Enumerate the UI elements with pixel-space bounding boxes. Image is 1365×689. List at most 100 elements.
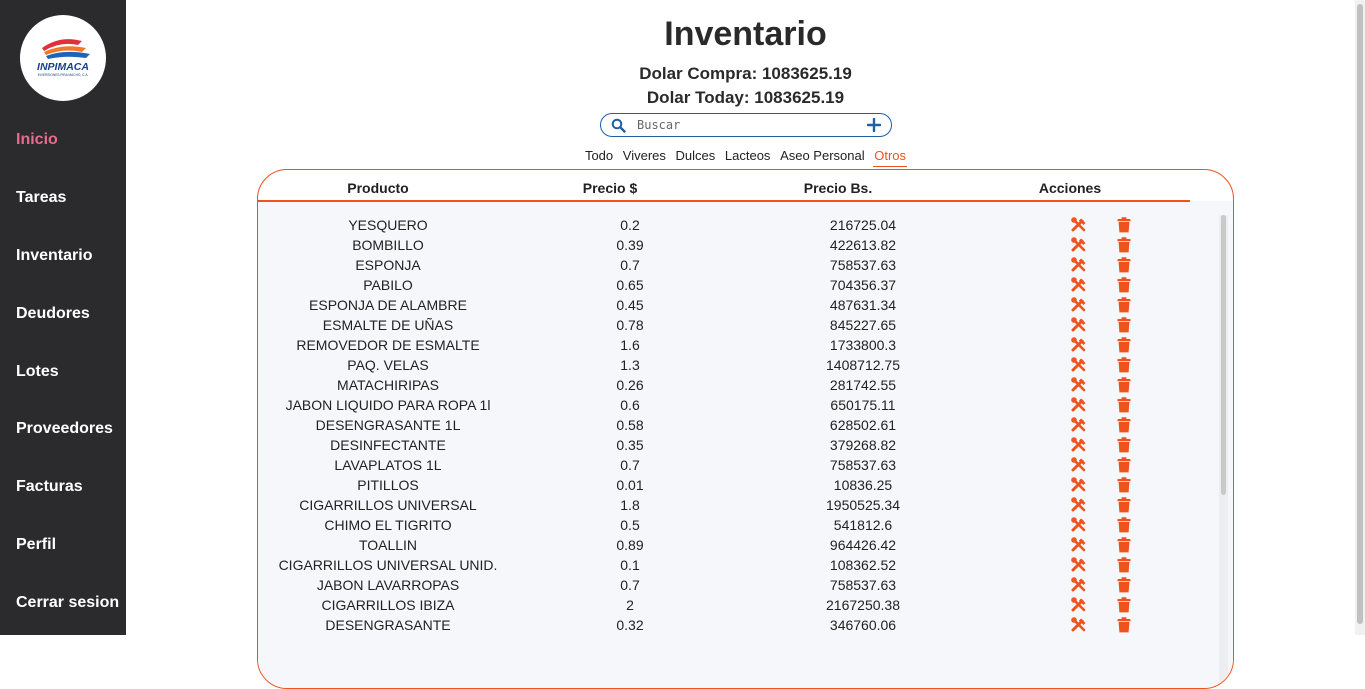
trash-icon[interactable] — [1117, 597, 1131, 613]
price-usd: 0.7 — [620, 257, 640, 273]
table-row: REMOVEDOR DE ESMALTE 1.6 1733800.3 — [258, 335, 1218, 355]
edit-tools-icon[interactable] — [1071, 297, 1087, 313]
table-row: CIGARRILLOS UNIVERSAL UNID. 0.1 108362.52 — [258, 555, 1218, 575]
plus-icon[interactable] — [866, 117, 882, 137]
edit-tools-icon[interactable] — [1071, 577, 1087, 593]
trash-icon[interactable] — [1117, 497, 1131, 513]
table-row: PAQ. VELAS 1.3 1408712.75 — [258, 355, 1218, 375]
trash-icon[interactable] — [1117, 257, 1131, 273]
price-bs: 2167250.38 — [826, 597, 900, 613]
trash-icon[interactable] — [1117, 517, 1131, 533]
trash-icon[interactable] — [1117, 477, 1131, 493]
trash-icon[interactable] — [1117, 617, 1131, 633]
product-name: DESENGRASANTE — [325, 617, 451, 633]
trash-icon[interactable] — [1117, 297, 1131, 313]
trash-icon[interactable] — [1117, 397, 1131, 413]
price-bs: 108362.52 — [829, 557, 897, 573]
nav-item-lotes[interactable]: Lotes — [16, 363, 59, 381]
product-name: ESMALTE DE UÑAS — [322, 317, 454, 333]
price-bs: 1950525.34 — [826, 497, 900, 513]
edit-tools-icon[interactable] — [1071, 457, 1087, 473]
price-usd: 1.8 — [620, 497, 640, 513]
nav-item-tareas[interactable]: Tareas — [16, 189, 66, 207]
price-bs: 964426.42 — [829, 537, 897, 553]
edit-tools-icon[interactable] — [1071, 517, 1087, 533]
tab-viveres[interactable]: Viveres — [622, 148, 667, 166]
trash-icon[interactable] — [1117, 557, 1131, 573]
tab-lacteos[interactable]: Lacteos — [724, 148, 772, 166]
table-scrollbar-thumb[interactable] — [1221, 215, 1226, 495]
tab-dulces[interactable]: Dulces — [675, 148, 717, 166]
nav-item-inicio[interactable]: Inicio — [16, 131, 58, 149]
tab-otros[interactable]: Otros — [873, 148, 908, 167]
table-row: ESPONJA DE ALAMBRE 0.45 487631.34 — [258, 295, 1218, 315]
trash-icon[interactable] — [1117, 237, 1131, 253]
trash-icon[interactable] — [1117, 217, 1131, 233]
edit-tools-icon[interactable] — [1071, 617, 1087, 633]
trash-icon[interactable] — [1117, 277, 1131, 293]
trash-icon[interactable] — [1117, 417, 1131, 433]
page-scrollbar-thumb[interactable] — [1357, 4, 1363, 624]
page-scrollbar[interactable] — [1355, 0, 1365, 635]
edit-tools-icon[interactable] — [1071, 337, 1087, 353]
tab-aseo-personal[interactable]: Aseo Personal — [779, 148, 866, 166]
nav-item-deudores[interactable]: Deudores — [16, 305, 90, 323]
nav-item-perfil[interactable]: Perfil — [16, 536, 56, 554]
product-name: MATACHIRIPAS — [337, 377, 439, 393]
table-row: MATACHIRIPAS 0.26 281742.55 — [258, 375, 1218, 395]
price-usd: 0.7 — [620, 577, 640, 593]
edit-tools-icon[interactable] — [1071, 217, 1087, 233]
nav-item-cerrar-sesion[interactable]: Cerrar sesion — [16, 594, 119, 612]
price-usd: 0.89 — [616, 537, 644, 553]
edit-tools-icon[interactable] — [1071, 317, 1087, 333]
edit-tools-icon[interactable] — [1071, 497, 1087, 513]
edit-tools-icon[interactable] — [1071, 257, 1087, 273]
trash-icon[interactable] — [1117, 357, 1131, 373]
nav-item-proveedores[interactable]: Proveedores — [16, 420, 113, 438]
edit-tools-icon[interactable] — [1071, 597, 1087, 613]
header-divider — [258, 200, 1190, 202]
column-header-precio-usd: Precio $ — [582, 180, 638, 196]
table-row: TOALLIN 0.89 964426.42 — [258, 535, 1218, 555]
column-header-producto: Producto — [347, 180, 409, 196]
price-bs: 10836.25 — [833, 477, 893, 493]
trash-icon[interactable] — [1117, 337, 1131, 353]
search-input[interactable] — [637, 117, 857, 133]
search-icon[interactable] — [611, 118, 626, 138]
price-usd: 0.7 — [620, 457, 640, 473]
edit-tools-icon[interactable] — [1071, 557, 1087, 573]
trash-icon[interactable] — [1117, 437, 1131, 453]
table-row: BOMBILLO 0.39 422613.82 — [258, 235, 1218, 255]
edit-tools-icon[interactable] — [1071, 377, 1087, 393]
table-row: ESMALTE DE UÑAS 0.78 845227.65 — [258, 315, 1218, 335]
trash-icon[interactable] — [1117, 537, 1131, 553]
edit-tools-icon[interactable] — [1071, 417, 1087, 433]
price-bs: 758537.63 — [829, 577, 897, 593]
price-bs: 346760.06 — [829, 617, 897, 633]
nav-item-inventario[interactable]: Inventario — [16, 247, 92, 265]
edit-tools-icon[interactable] — [1071, 437, 1087, 453]
table-row: CIGARRILLOS UNIVERSAL 1.8 1950525.34 — [258, 495, 1218, 515]
product-name: LAVAPLATOS 1L — [334, 457, 442, 473]
edit-tools-icon[interactable] — [1071, 357, 1087, 373]
table-scrollbar[interactable] — [1219, 215, 1228, 688]
edit-tools-icon[interactable] — [1071, 477, 1087, 493]
trash-icon[interactable] — [1117, 457, 1131, 473]
edit-tools-icon[interactable] — [1071, 397, 1087, 413]
price-usd: 0.58 — [616, 417, 644, 433]
trash-icon[interactable] — [1117, 377, 1131, 393]
tab-todo[interactable]: Todo — [584, 148, 614, 166]
edit-tools-icon[interactable] — [1071, 237, 1087, 253]
price-bs: 379268.82 — [829, 437, 897, 453]
price-usd: 0.6 — [620, 397, 640, 413]
edit-tools-icon[interactable] — [1071, 537, 1087, 553]
product-name: CIGARRILLOS UNIVERSAL — [299, 497, 477, 513]
trash-icon[interactable] — [1117, 317, 1131, 333]
edit-tools-icon[interactable] — [1071, 277, 1087, 293]
trash-icon[interactable] — [1117, 577, 1131, 593]
nav-item-facturas[interactable]: Facturas — [16, 478, 83, 496]
price-bs: 541812.6 — [833, 517, 893, 533]
table-row: LAVAPLATOS 1L 0.7 758537.63 — [258, 455, 1218, 475]
price-usd: 0.32 — [616, 617, 644, 633]
price-bs: 650175.11 — [830, 397, 896, 413]
